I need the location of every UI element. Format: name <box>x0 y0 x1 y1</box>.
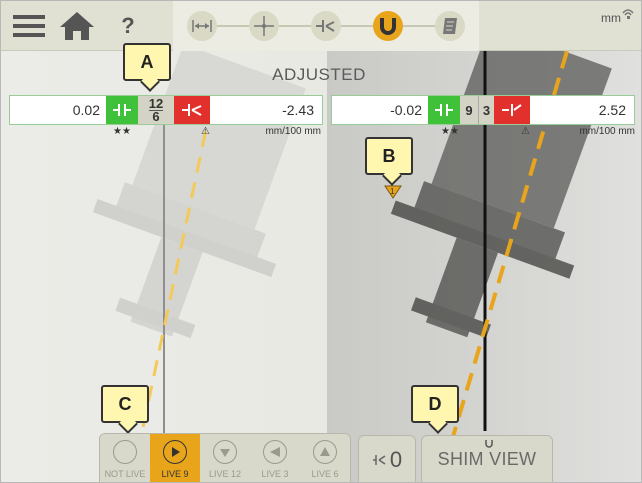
front-quality-stars: ★★ <box>113 126 131 137</box>
not-live-button[interactable]: NOT LIVE <box>100 434 150 482</box>
angle-status-icon <box>494 96 530 124</box>
page-title: ADJUSTED <box>272 65 366 84</box>
adjust-icon <box>380 18 396 35</box>
results-icon <box>316 20 335 32</box>
front-view-value-strip: 0.02 12 6 -2.43 <box>9 95 323 125</box>
step-adjust[interactable] <box>373 11 403 41</box>
live-9-icon <box>163 440 187 464</box>
step-dimensions[interactable] <box>187 11 217 41</box>
measure-icon <box>254 16 274 36</box>
top-toolbar: ? mm <box>1 1 641 51</box>
live-9-button[interactable]: LIVE 9 <box>150 434 200 482</box>
side-clock-left: 9 <box>460 96 478 124</box>
side-angle-value: 2.52 <box>598 102 626 118</box>
live-12-label: LIVE 12 <box>208 469 242 479</box>
live-3-button[interactable]: LIVE 3 <box>250 434 300 482</box>
live-12-icon <box>213 440 237 464</box>
clock-bottom-label: 6 <box>152 108 160 124</box>
gap-status-icon <box>106 96 138 124</box>
side-unit-label: mm/100 mm <box>579 126 635 137</box>
adjustment-marker-label: 1 <box>390 187 395 196</box>
offset-icon <box>372 454 386 465</box>
front-unit-label: mm/100 mm <box>265 126 321 137</box>
live-6-button[interactable]: LIVE 6 <box>300 434 350 482</box>
shim-view-label: SHIM VIEW <box>437 449 537 469</box>
units-indicator[interactable]: mm <box>595 7 635 25</box>
not-live-label: NOT LIVE <box>104 469 146 479</box>
front-angle-value: -2.43 <box>282 102 314 118</box>
side-gap-value: -0.02 <box>390 102 422 118</box>
shim-view-button[interactable]: SHIM VIEW <box>421 435 553 482</box>
dimensions-icon <box>192 20 212 32</box>
live-9-label: LIVE 9 <box>161 469 189 479</box>
home-button[interactable] <box>55 1 99 51</box>
side-warning-icon: ⚠ <box>521 126 530 137</box>
side-quality-stars: ★★ <box>441 126 459 137</box>
step-navigation <box>173 1 479 51</box>
live-3-label: LIVE 3 <box>261 469 289 479</box>
report-icon <box>443 18 457 34</box>
callout-c: C <box>101 385 149 423</box>
callout-a: A <box>123 43 171 81</box>
not-live-icon <box>113 440 137 464</box>
gap-status-icon <box>428 96 460 124</box>
live-mode-selector: NOT LIVE LIVE 9 LIVE 12 LIVE 3 LIVE 6 <box>99 433 351 482</box>
offset-button[interactable]: 0 <box>358 435 416 482</box>
sensor-signal-icon <box>622 9 634 19</box>
angle-status-icon <box>174 96 210 124</box>
app-window: 1 ? mm ADJUSTED 0.02 12 6 -2.43 ★★ ⚠ mm/… <box>0 0 642 483</box>
live-6-icon <box>313 440 337 464</box>
shim-indicator-icon <box>485 440 493 448</box>
step-report[interactable] <box>435 11 465 41</box>
hamburger-icon <box>13 15 45 37</box>
menu-button[interactable] <box>7 1 51 51</box>
live-6-label: LIVE 6 <box>311 469 339 479</box>
step-measure[interactable] <box>249 11 279 41</box>
callout-d: D <box>411 385 459 423</box>
offset-value: 0 <box>389 446 403 472</box>
front-warning-icon: ⚠ <box>201 126 210 137</box>
home-icon <box>60 12 94 40</box>
live-3-icon <box>263 440 287 464</box>
callout-b: B <box>365 137 413 175</box>
step-results[interactable] <box>311 11 341 41</box>
live-12-button[interactable]: LIVE 12 <box>200 434 250 482</box>
front-clock-position: 12 6 <box>138 96 174 124</box>
side-clock-right: 3 <box>478 96 494 124</box>
front-gap-value: 0.02 <box>72 102 100 118</box>
side-view-value-strip: -0.02 9 3 2.52 <box>331 95 635 125</box>
